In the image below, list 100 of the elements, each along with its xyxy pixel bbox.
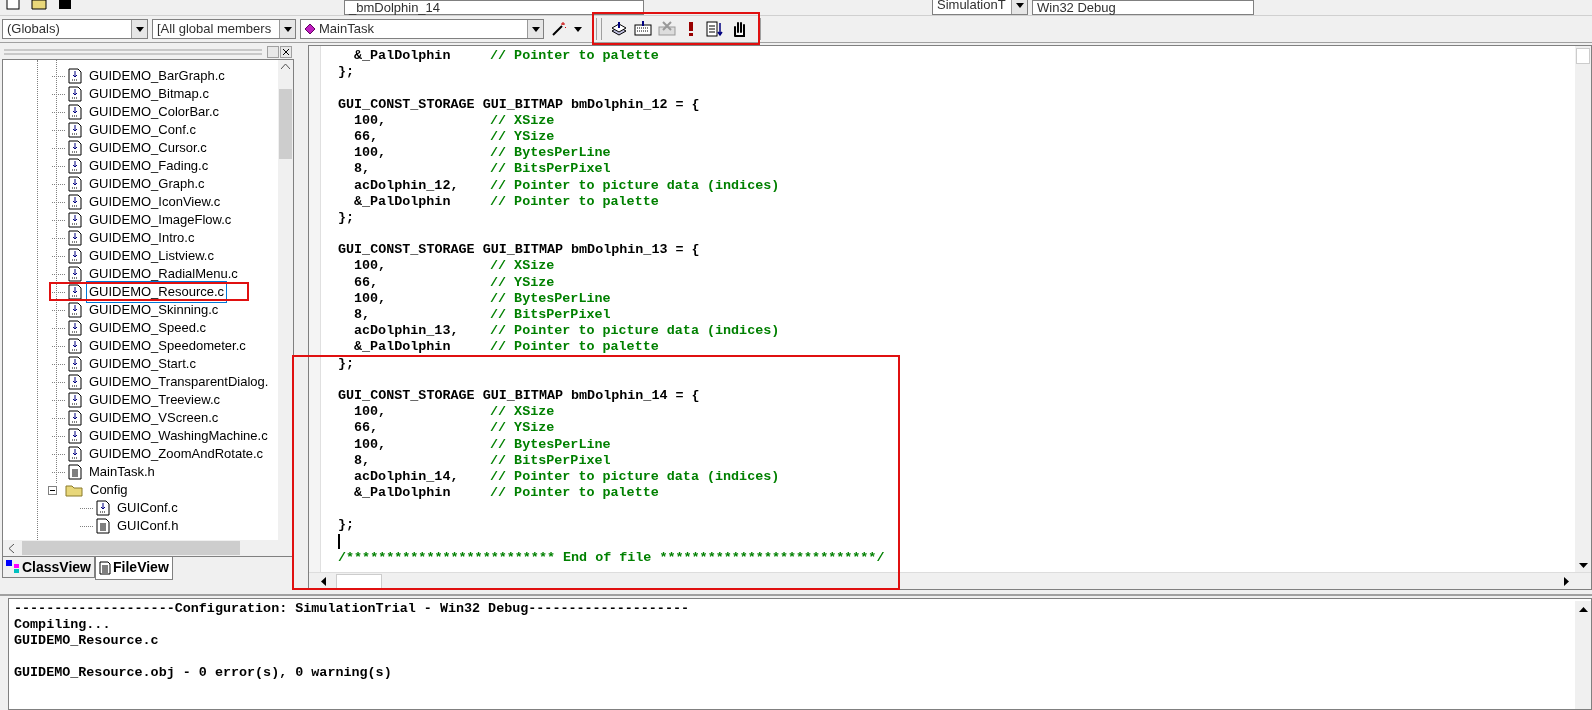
tree-item[interactable]: GUIDEMO_Resource.c	[86, 281, 228, 303]
scroll-right-icon[interactable]	[1564, 576, 1569, 586]
source-file-icon	[68, 392, 82, 408]
source-file-icon	[68, 248, 82, 264]
code-text: 66,	[354, 274, 380, 291]
platform-field[interactable]: Win32 Debug	[1032, 0, 1254, 15]
panel-tab[interactable]: FileView	[95, 556, 173, 580]
code-text: 100,	[354, 258, 388, 275]
class-icon	[6, 560, 20, 574]
code-comment: // XSize	[490, 404, 555, 421]
code-comment: // Pointer to palette	[490, 485, 659, 502]
collapse-toggle[interactable]	[48, 485, 57, 495]
vertical-scrollbar[interactable]	[278, 60, 293, 540]
code-text: &_PalDolphin	[354, 48, 452, 65]
code-text: &_PalDolphin	[354, 339, 452, 356]
code-text: 100,	[354, 290, 388, 307]
code-comment: // Pointer to picture data (indices)	[490, 468, 780, 486]
step-into-icon[interactable]	[704, 18, 726, 40]
scroll-left-icon[interactable]	[321, 576, 326, 586]
source-file-icon	[68, 86, 82, 102]
code-comment: // BitsPerPixel	[490, 452, 611, 469]
code-comment: // XSize	[490, 112, 555, 129]
document-icon	[96, 518, 110, 534]
code-comment: // YSize	[490, 274, 555, 291]
source-file-icon	[68, 284, 82, 300]
class-combo[interactable]: (Globals)	[2, 19, 148, 39]
close-icon	[283, 49, 289, 55]
scrollbar-thumb[interactable]	[22, 541, 240, 555]
code-text: &_PalDolphin	[354, 193, 452, 210]
member-combo[interactable]: MainTask	[300, 19, 544, 39]
source-file-icon	[68, 212, 82, 228]
code-comment: // BytesPerLine	[490, 145, 611, 162]
code-text: };	[338, 209, 355, 227]
code-comment: // BytesPerLine	[490, 436, 611, 453]
symbol-field[interactable]: _bmDolphin_14	[344, 0, 644, 15]
source-file-icon	[68, 338, 82, 354]
code-comment: // Pointer to palette	[490, 48, 659, 65]
output-line: --------------------Configuration: SimulationTrial - Win32 Debug--------------------	[14, 601, 690, 617]
caret-icon[interactable]	[574, 26, 582, 32]
scrollbar-thumb[interactable]	[336, 573, 382, 589]
code-text: 100,	[354, 436, 388, 453]
code-text: 66,	[354, 128, 380, 146]
code-text: acDolphin_12,	[354, 177, 460, 194]
code-text: 100,	[354, 145, 388, 162]
minus-icon	[50, 487, 55, 493]
code-text: GUI_CONST_STORAGE GUI_BITMAP bmDolphin_13 = {	[338, 242, 700, 259]
source-file-icon	[68, 230, 82, 246]
source-file-icon	[68, 194, 82, 210]
code-comment: // YSize	[490, 128, 555, 146]
output-line: GUIDEMO_Resource.c	[14, 633, 160, 649]
code-comment: // BitsPerPixel	[490, 307, 611, 324]
code-text: 66,	[354, 420, 380, 437]
code-comment: // Pointer to palette	[490, 193, 659, 210]
source-file-icon	[68, 266, 82, 282]
code-text: 100,	[354, 404, 388, 421]
vertical-scrollbar[interactable]	[1575, 46, 1591, 572]
panel-tab[interactable]: ClassView	[2, 557, 95, 578]
code-comment: // YSize	[490, 420, 555, 437]
document-icon	[68, 464, 82, 480]
source-file-icon	[68, 176, 82, 192]
scrollbar-thumb[interactable]	[279, 89, 292, 159]
code-text: };	[338, 355, 355, 372]
config-combo[interactable]: SimulationT	[932, 0, 1028, 15]
horizontal-scrollbar[interactable]	[309, 572, 1591, 589]
scrollbar-thumb[interactable]	[1576, 48, 1590, 64]
source-file-icon	[68, 104, 82, 120]
code-comment: // Pointer to palette	[490, 339, 659, 356]
text-cursor	[338, 534, 340, 550]
source-file-icon	[68, 68, 82, 84]
source-file-icon	[68, 356, 82, 372]
close-pane-button[interactable]	[280, 46, 292, 58]
source-file-icon	[68, 122, 82, 138]
code-text: acDolphin_13,	[354, 323, 460, 340]
code-comment: // Pointer to picture data (indices)	[490, 323, 780, 340]
scroll-up-icon[interactable]	[1578, 607, 1588, 612]
folder-icon	[65, 483, 83, 497]
output-line: GUIDEMO_Resource.obj - 0 error(s), 0 warning(s)	[14, 665, 393, 681]
filter-combo[interactable]: [All global members	[152, 19, 296, 39]
scroll-down-icon[interactable]	[1578, 563, 1588, 568]
source-file-icon	[68, 428, 82, 444]
code-text: 100,	[354, 112, 388, 129]
code-text: };	[338, 517, 355, 534]
source-file-icon	[68, 374, 82, 390]
source-file-icon	[68, 140, 82, 156]
code-text: acDolphin_14,	[354, 468, 460, 486]
code-text: };	[338, 64, 355, 81]
horizontal-scrollbar[interactable]	[3, 540, 293, 556]
vertical-scrollbar[interactable]	[1575, 601, 1591, 709]
source-file-icon	[68, 446, 82, 462]
source-file-icon	[96, 500, 110, 516]
document-icon	[99, 560, 111, 575]
code-text: GUI_CONST_STORAGE GUI_BITMAP bmDolphin_12 = {	[338, 96, 700, 113]
code-text: 8,	[354, 161, 372, 178]
code-comment: // BitsPerPixel	[490, 161, 611, 178]
source-file-icon	[68, 410, 82, 426]
code-editor[interactable]	[308, 45, 1592, 590]
code-comment: // BytesPerLine	[490, 290, 611, 307]
source-file-icon	[68, 320, 82, 336]
code-text: &_PalDolphin	[354, 485, 452, 502]
code-comment: /************************** End of file ***************************/	[338, 549, 885, 566]
